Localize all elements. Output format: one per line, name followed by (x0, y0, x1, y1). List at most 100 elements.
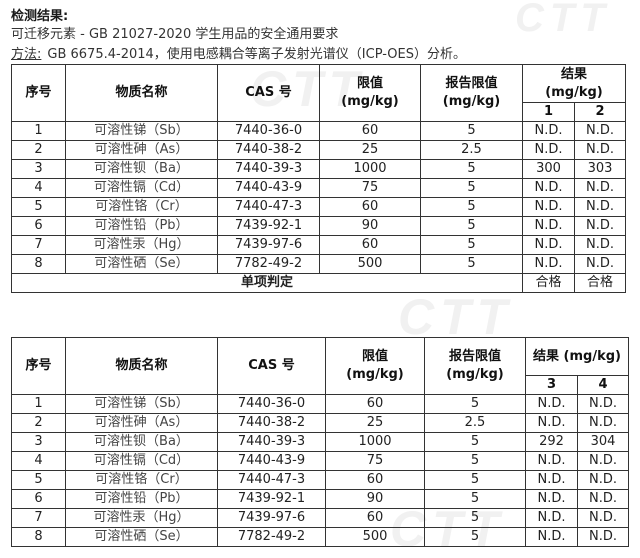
header-report-limit-line1: 报告限值 (448, 349, 501, 364)
row-number: 1 (11, 121, 66, 141)
header-result-unit: (mg/kg) (545, 84, 603, 100)
table-row: 4 可溶性镉（Cd） 7440-43-9 75 5 N.D. N.D. (11, 451, 629, 471)
header-limit-unit: (mg/kg) (341, 94, 399, 109)
report-limit-value: 5 (424, 394, 526, 414)
cas-number: 7440-36-0 (217, 394, 326, 414)
section-heading: 检测结果: (11, 9, 69, 24)
result-value: N.D. (525, 489, 578, 509)
limit-value: 60 (325, 470, 425, 490)
report-limit-value: 5 (420, 216, 523, 236)
header-limit-unit: (mg/kg) (346, 367, 404, 382)
limit-value: 25 (325, 413, 425, 433)
result-value: N.D. (577, 451, 629, 471)
header-report-limit-unit: (mg/kg) (446, 367, 504, 382)
table-row: 5 可溶性铬（Cr） 7440-47-3 60 5 N.D. N.D. (11, 197, 626, 217)
report-limit-value: 5 (420, 235, 523, 255)
report-limit-value: 5 (424, 489, 526, 509)
result-value: N.D. (574, 254, 626, 274)
substance-name: 可溶性镉（Cd） (65, 178, 218, 198)
report-limit-value: 5 (420, 254, 523, 274)
table-row: 2 可溶性砷（As） 7440-38-2 25 2.5 N.D. N.D. (11, 413, 629, 433)
row-number: 7 (11, 235, 66, 255)
substance-name: 可溶性砷（As） (65, 140, 218, 160)
result-value: N.D. (525, 451, 578, 471)
row-number: 6 (11, 489, 66, 509)
header-cas: CAS 号 (217, 64, 320, 122)
report-limit-value: 5 (424, 432, 526, 452)
method-label: 方法: (11, 47, 42, 62)
cas-number: 7440-38-2 (217, 413, 326, 433)
table-row: 6 可溶性铅（Pb） 7439-92-1 90 5 N.D. N.D. (11, 216, 626, 236)
cas-number: 7439-92-1 (217, 489, 326, 509)
report-limit-value: 5 (420, 159, 523, 179)
cas-number: 7440-39-3 (217, 159, 320, 179)
header-report-limit-line1: 报告限值 (445, 76, 498, 91)
row-number: 4 (11, 451, 66, 471)
cas-number: 7440-47-3 (217, 197, 320, 217)
substance-name: 可溶性硒（Se） (65, 254, 218, 274)
result-value: N.D. (525, 527, 578, 547)
result-value: N.D. (577, 508, 629, 528)
method-text: GB 6675.4-2014，使用电感耦合等离子发射光谱仪（ICP-OES）分析… (47, 47, 466, 62)
result-value: N.D. (522, 216, 575, 236)
header-result: 结果 (mg/kg) (525, 337, 629, 376)
table-row: 4 可溶性镉（Cd） 7440-43-9 75 5 N.D. N.D. (11, 178, 626, 198)
table-row: 6 可溶性铅（Pb） 7439-92-1 90 5 N.D. N.D. (11, 489, 629, 509)
substance-name: 可溶性钡（Ba） (65, 159, 218, 179)
cas-number: 7440-39-3 (217, 432, 326, 452)
result-value: 304 (577, 432, 629, 452)
report-limit-value: 5 (424, 527, 526, 547)
row-number: 5 (11, 470, 66, 490)
row-number: 3 (11, 432, 66, 452)
results-table-2: 序号 物质名称 CAS 号 限值 (mg/kg) 报告限值 (mg/kg) 结果… (11, 337, 629, 547)
header-limit: 限值 (mg/kg) (325, 337, 425, 395)
limit-value: 500 (319, 254, 421, 274)
cas-number: 7782-49-2 (217, 254, 320, 274)
verdict-label: 单项判定 (11, 273, 523, 293)
row-number: 7 (11, 508, 66, 528)
limit-value: 500 (325, 527, 425, 547)
report-limit-value: 5 (420, 197, 523, 217)
table-row: 7 可溶性汞（Hg） 7439-97-6 60 5 N.D. N.D. (11, 235, 626, 255)
substance-name: 可溶性汞（Hg） (65, 235, 218, 255)
row-number: 2 (11, 413, 66, 433)
table-row: 2 可溶性砷（As） 7440-38-2 25 2.5 N.D. N.D. (11, 140, 626, 160)
substance-name: 可溶性锑（Sb） (65, 394, 218, 414)
table-row: 8 可溶性硒（Se） 7782-49-2 500 5 N.D. N.D. (11, 254, 626, 274)
table-row: 1 可溶性锑（Sb） 7440-36-0 60 5 N.D. N.D. (11, 394, 629, 414)
substance-name: 可溶性砷（As） (65, 413, 218, 433)
result-value: N.D. (522, 197, 575, 217)
row-number: 6 (11, 216, 66, 236)
cas-number: 7440-38-2 (217, 140, 320, 160)
cas-number: 7439-92-1 (217, 216, 320, 236)
result-value: N.D. (577, 394, 629, 414)
substance-name: 可溶性铅（Pb） (65, 489, 218, 509)
result-value: N.D. (522, 178, 575, 198)
result-value: N.D. (577, 527, 629, 547)
result-value: N.D. (577, 413, 629, 433)
row-number: 8 (11, 254, 66, 274)
cas-number: 7782-49-2 (217, 527, 326, 547)
header-sample-id: 3 (525, 375, 578, 395)
header-report-limit: 报告限值 (mg/kg) (424, 337, 526, 395)
cas-number: 7439-97-6 (217, 235, 320, 255)
substance-name: 可溶性汞（Hg） (65, 508, 218, 528)
limit-value: 1000 (325, 432, 425, 452)
report-limit-value: 5 (424, 451, 526, 471)
result-value: N.D. (525, 470, 578, 490)
header-result-line1: 结果 (560, 66, 587, 82)
header-limit-line1: 限值 (361, 349, 388, 364)
row-number: 4 (11, 178, 66, 198)
verdict-value: 合格 (522, 273, 575, 293)
limit-value: 60 (319, 121, 421, 141)
header-report-limit: 报告限值 (mg/kg) (420, 64, 523, 122)
result-value: N.D. (574, 197, 626, 217)
limit-value: 1000 (319, 159, 421, 179)
result-value: N.D. (525, 394, 578, 414)
cas-number: 7440-43-9 (217, 178, 320, 198)
report-limit-value: 5 (420, 121, 523, 141)
cas-number: 7440-36-0 (217, 121, 320, 141)
header-result: 结果 (mg/kg) (522, 64, 626, 103)
header-substance-name: 物质名称 (65, 64, 218, 122)
result-value: N.D. (577, 470, 629, 490)
